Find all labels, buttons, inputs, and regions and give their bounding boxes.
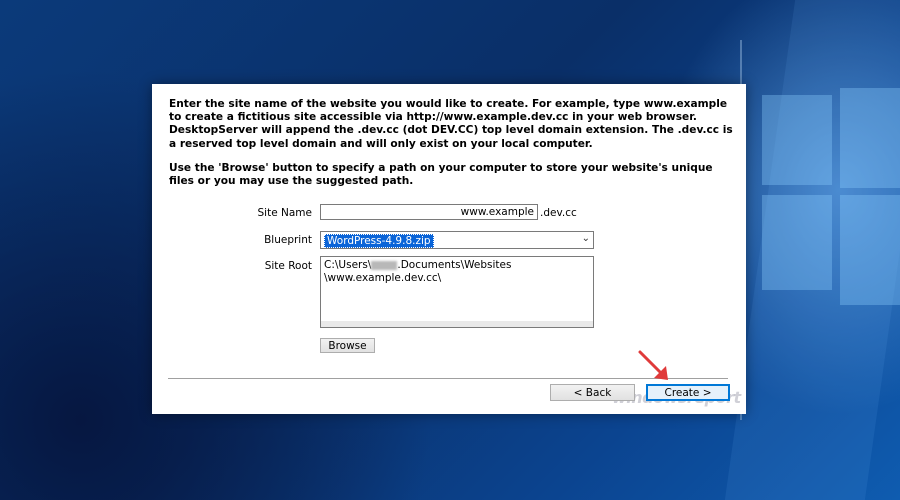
back-button[interactable]: < Back [550,384,635,401]
chevron-down-icon[interactable]: ⌄ [582,233,590,244]
window-logo-pane [840,195,900,305]
intro-text: Enter the site name of the website you w… [169,98,733,150]
blueprint-selected-value: WordPress-4.9.8.zip [324,234,434,248]
blueprint-select[interactable]: WordPress-4.9.8.zip ⌄ [320,231,594,249]
site-root-path: .Documents\Websites [397,259,512,271]
site-root-prefix: C:\Users\ [324,259,372,271]
domain-suffix: .dev.cc [540,207,577,219]
window-logo-pane [762,95,832,185]
browse-instructions: Use the 'Browse' button to specify a pat… [169,162,713,188]
site-root-path-line2: \www.example.dev.cc\ [324,272,442,284]
pointer-arrow-icon [638,350,668,380]
redacted-username [371,260,398,270]
window-logo-pane [840,88,900,188]
browse-button[interactable]: Browse [320,338,375,353]
site-root-textarea[interactable]: C:\Users\ .Documents\Websites \www.exampl… [320,256,594,328]
blueprint-label: Blueprint [264,234,312,246]
site-name-label: Site Name [257,207,312,219]
site-name-input[interactable] [320,204,538,220]
window-logo-pane [762,195,832,290]
site-root-label: Site Root [264,260,312,272]
